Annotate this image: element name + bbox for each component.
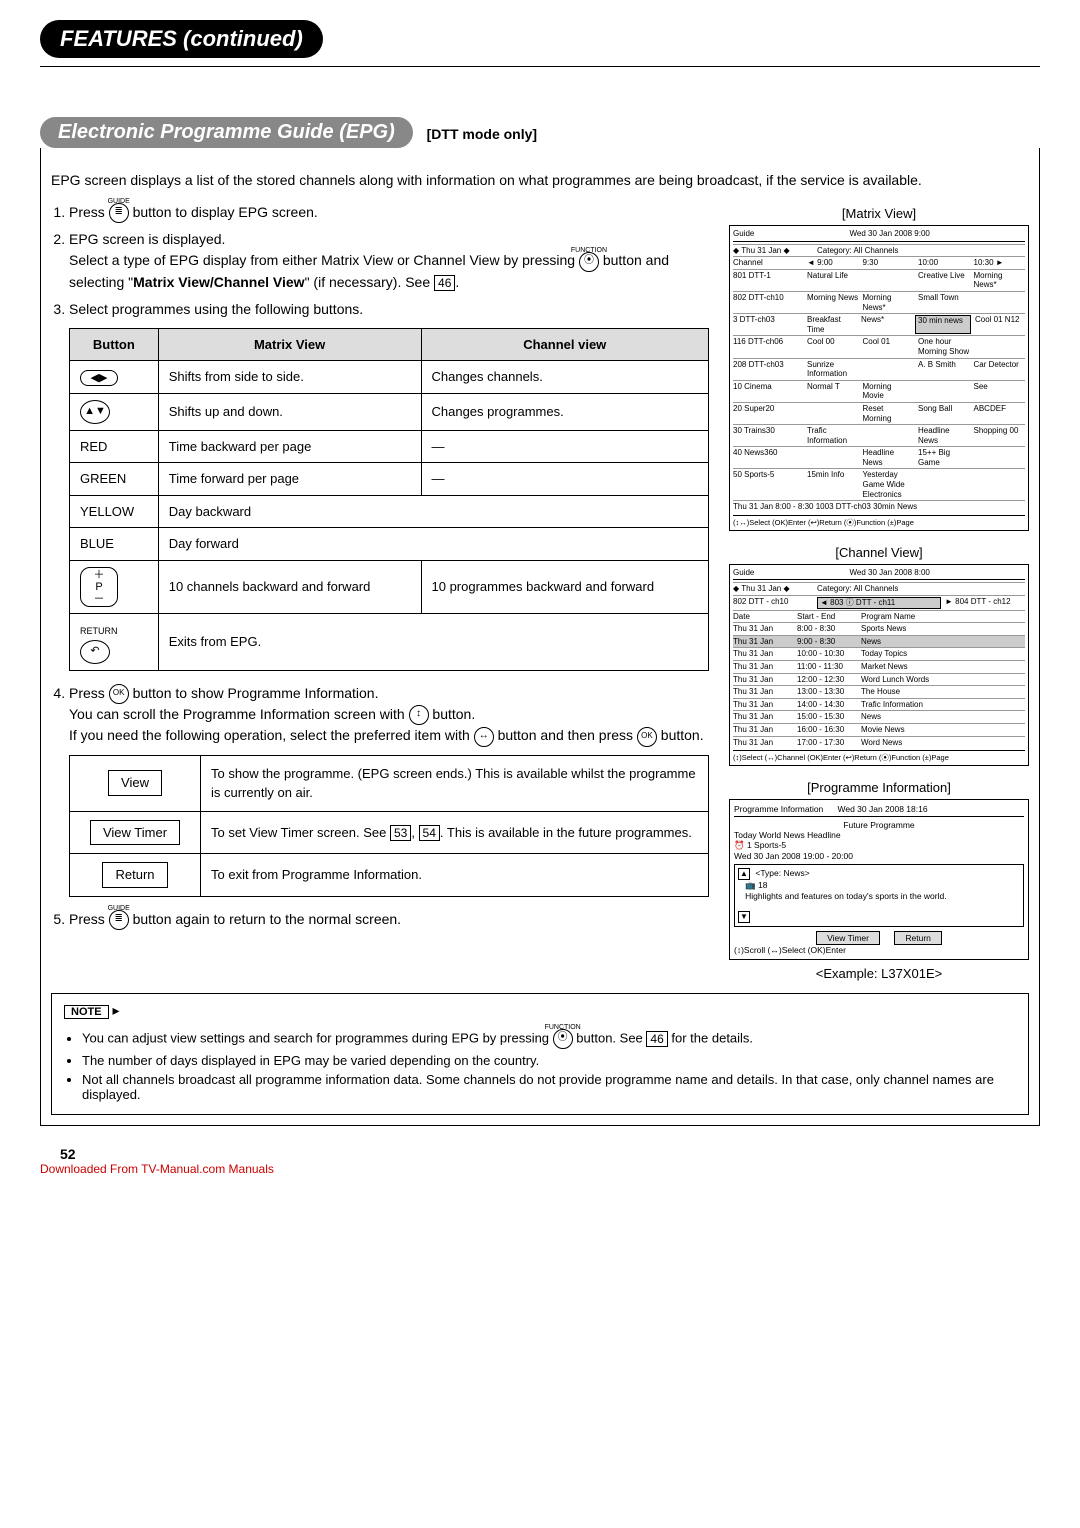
matrix-row: 3 DTT-ch03Breakfast TimeNews*30 min news… bbox=[733, 313, 1025, 335]
button-table: ButtonMatrix ViewChannel view ◀▶ Shifts … bbox=[69, 328, 709, 671]
yellow-key: YELLOW bbox=[70, 495, 159, 528]
ok-button-icon: OK bbox=[637, 727, 657, 747]
step-4: Press OK button to show Programme Inform… bbox=[69, 683, 709, 897]
matrix-view-title: [Matrix View] bbox=[729, 206, 1029, 221]
guide-button-icon: ≣ bbox=[109, 910, 129, 930]
page-ref-54: 54 bbox=[419, 825, 440, 841]
guide-button-icon: ≣ bbox=[109, 203, 129, 223]
function-button-icon: ⦿ bbox=[579, 252, 599, 272]
pi-view-timer-btn: View Timer bbox=[816, 931, 880, 945]
channel-row: Thu 31 Jan12:00 - 12:30Word Lunch Words bbox=[733, 673, 1025, 686]
matrix-row: 801 DTT-1Natural LifeCreative LiveMornin… bbox=[733, 269, 1025, 291]
channel-view-screen: GuideWed 30 Jan 2008 8:00 ◆ Thu 31 Jan ◆… bbox=[729, 564, 1029, 766]
pi-return-btn: Return bbox=[894, 931, 942, 945]
p-plus-minus-key-icon: ＋P－ bbox=[80, 567, 118, 607]
channel-row: Thu 31 Jan15:00 - 15:30News bbox=[733, 710, 1025, 723]
return-option: Return bbox=[102, 862, 167, 888]
function-button-icon: ⦿ bbox=[553, 1029, 573, 1049]
channel-row: Thu 31 Jan8:00 - 8:30Sports News bbox=[733, 622, 1025, 635]
features-heading: FEATURES (continued) bbox=[40, 20, 323, 58]
step-5: Press ≣ button again to return to the no… bbox=[69, 909, 709, 930]
intro-text: EPG screen displays a list of the stored… bbox=[51, 172, 1029, 188]
page-number: 52 bbox=[60, 1146, 1040, 1162]
channel-row: Thu 31 Jan9:00 - 8:30News bbox=[733, 635, 1025, 648]
dtt-mode-note: [DTT mode only] bbox=[427, 126, 537, 142]
view-option: View bbox=[108, 770, 162, 796]
matrix-row: 20 Super20Reset MorningSong BallABCDEF bbox=[733, 402, 1025, 424]
up-down-arrow-icon: ↕ bbox=[409, 705, 429, 725]
matrix-row: 30 Trains30Trafic InformationHeadline Ne… bbox=[733, 424, 1025, 446]
programme-info-screen: Programme Information Wed 30 Jan 2008 18… bbox=[729, 799, 1029, 960]
matrix-row: 50 Sports-515min InfoYesterday Game Wide… bbox=[733, 468, 1025, 500]
view-table: View To show the programme. (EPG screen … bbox=[69, 755, 709, 897]
epg-heading: Electronic Programme Guide (EPG) bbox=[40, 117, 413, 148]
channel-row: Thu 31 Jan10:00 - 10:30Today Topics bbox=[733, 647, 1025, 660]
channel-row: Thu 31 Jan14:00 - 14:30Trafic Informatio… bbox=[733, 698, 1025, 711]
channel-row: Thu 31 Jan11:00 - 11:30Market News bbox=[733, 660, 1025, 673]
step-2: EPG screen is displayed. Select a type o… bbox=[69, 229, 709, 292]
up-down-key-icon: ▲▼ bbox=[80, 400, 110, 424]
view-timer-option: View Timer bbox=[90, 820, 180, 846]
return-key-icon: ↶ bbox=[80, 640, 110, 664]
green-key: GREEN bbox=[70, 463, 159, 496]
page-ref-46: 46 bbox=[434, 275, 455, 291]
download-source: Downloaded From TV-Manual.com Manuals bbox=[40, 1162, 1040, 1176]
up-arrow-icon: ▲ bbox=[738, 868, 750, 880]
note-box: NOTE ▸ You can adjust view settings and … bbox=[51, 993, 1029, 1115]
red-key: RED bbox=[70, 430, 159, 463]
step-1: Press ≣ button to display EPG screen. bbox=[69, 202, 709, 223]
left-right-key-icon: ◀▶ bbox=[80, 370, 118, 386]
matrix-row: 116 DTT-ch06Cool 00Cool 01One hour Morni… bbox=[733, 335, 1025, 357]
matrix-view-screen: GuideWed 30 Jan 2008 9:00 ◆ Thu 31 Jan ◆… bbox=[729, 225, 1029, 531]
left-right-arrow-icon: ↔ bbox=[474, 727, 494, 747]
return-key: RETURN↶ bbox=[70, 614, 159, 671]
channel-view-title: [Channel View] bbox=[729, 545, 1029, 560]
channel-row: Thu 31 Jan13:00 - 13:30The House bbox=[733, 685, 1025, 698]
separator bbox=[40, 66, 1040, 67]
step-3: Select programmes using the following bu… bbox=[69, 299, 709, 671]
page-ref-46: 46 bbox=[646, 1031, 667, 1047]
down-arrow-icon: ▼ bbox=[738, 911, 750, 923]
page-ref-53: 53 bbox=[390, 825, 411, 841]
page-content: FEATURES (continued) Electronic Programm… bbox=[40, 20, 1040, 1176]
blue-key: BLUE bbox=[70, 528, 159, 561]
example-label: <Example: L37X01E> bbox=[729, 966, 1029, 981]
matrix-row: 10 CinemaNormal TMorning MovieSee bbox=[733, 380, 1025, 402]
matrix-row: 208 DTT-ch03Sunrize InformationA. B Smit… bbox=[733, 358, 1025, 380]
matrix-row: 40 News360Headline News15++ Big Game bbox=[733, 446, 1025, 468]
note-label: NOTE bbox=[64, 1005, 109, 1019]
ok-button-icon: OK bbox=[109, 684, 129, 704]
programme-info-title: [Programme Information] bbox=[729, 780, 1029, 795]
matrix-row: 802 DTT-ch10Morning NewsMorning News*Sma… bbox=[733, 291, 1025, 313]
channel-row: Thu 31 Jan16:00 - 16:30Movie News bbox=[733, 723, 1025, 736]
channel-row: Thu 31 Jan17:00 - 17:30Word News bbox=[733, 736, 1025, 749]
